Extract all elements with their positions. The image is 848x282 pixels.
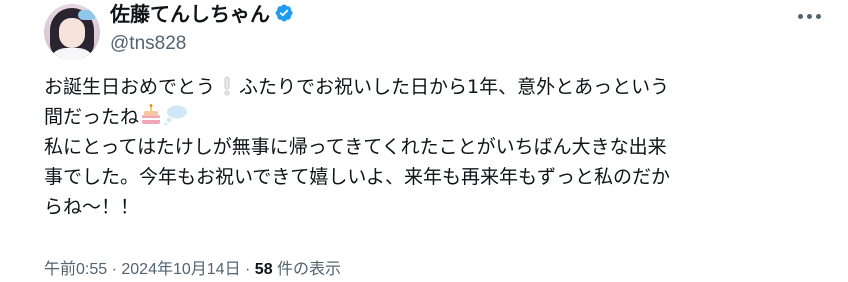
author-handle[interactable]: @tns828 (110, 32, 294, 56)
tweet-text-segment: お誕生日おめでとう (44, 76, 216, 98)
tweet-line-5: らね〜！！ (44, 196, 140, 218)
verified-badge-icon[interactable] (274, 3, 294, 23)
tweet-line-1: お誕生日おめでとう ふたりでお祝いした日から1年、意外とあっという (44, 72, 824, 102)
views-label[interactable]: 件の表示 (273, 261, 341, 278)
meta-separator: · (107, 261, 122, 278)
more-dot (806, 13, 812, 19)
views-count[interactable]: 58 (255, 261, 273, 278)
tweet-text-segment: 間だったね (44, 106, 140, 128)
more-options-icon[interactable] (792, 6, 826, 26)
tweet-time[interactable]: 午前0:55 (44, 261, 107, 278)
tweet-date[interactable]: 2024年10月14日 (121, 261, 240, 278)
tweet-text: お誕生日おめでとう ふたりでお祝いした日から1年、意外とあっという 間だったね 私… (44, 72, 824, 222)
birthday-cake-emoji (142, 104, 161, 124)
tweet-card: 佐藤てんしちゃん @tns828 お誕生日おめでとう ふたりでお祝いした日から1年… (0, 0, 848, 282)
author-block: 佐藤てんしちゃん @tns828 (110, 0, 294, 56)
more-dot (797, 13, 803, 19)
tweet-text-segment: ふたりでお祝いした日から1年、意外とあっという (239, 76, 670, 98)
tweet-meta: 午前0:55 · 2024年10月14日 · 58 件の表示 (44, 258, 341, 282)
author-display-name[interactable]: 佐藤てんしちゃん (110, 0, 270, 28)
avatar-bow (78, 10, 96, 20)
tweet-line-2: 間だったね (44, 102, 824, 132)
meta-separator: · (240, 261, 255, 278)
profile-avatar[interactable] (44, 4, 100, 60)
avatar-face (59, 18, 85, 48)
tweet-header: 佐藤てんしちゃん @tns828 (44, 0, 832, 62)
tweet-line-4: 事でした。今年もお祝いできて嬉しいよ、来年も再来年もずっと私のだか (44, 166, 671, 188)
more-dot (815, 13, 821, 19)
thought-balloon-emoji (164, 105, 188, 126)
tweet-line-3: 私にとってはたけしが無事に帰ってきてくれたことがいちばん大きな出来 (44, 136, 667, 158)
white-exclamation-emoji (224, 76, 230, 96)
